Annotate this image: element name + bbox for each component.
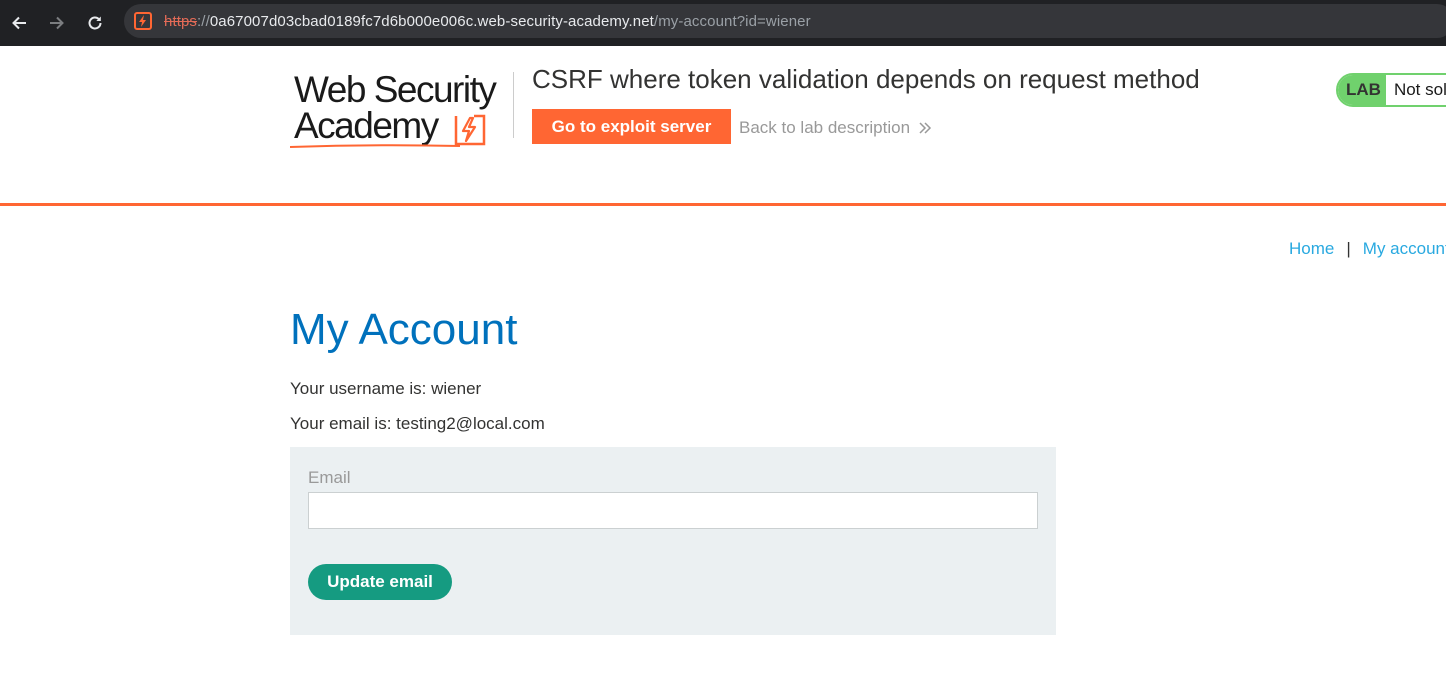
browser-toolbar: https://0a67007d03cbad0189fc7d6b000e006c…	[0, 0, 1446, 46]
back-to-lab-link[interactable]: Back to lab description	[739, 118, 932, 138]
back-to-lab-label: Back to lab description	[739, 118, 911, 137]
email-field[interactable]	[308, 492, 1038, 529]
site-favicon-icon	[134, 12, 152, 30]
forward-arrow-icon[interactable]	[38, 4, 76, 42]
header-divider	[513, 72, 514, 138]
exploit-server-button[interactable]: Go to exploit server	[532, 109, 731, 144]
page-title: My Account	[290, 305, 518, 354]
nav-separator: |	[1346, 239, 1351, 258]
back-arrow-icon[interactable]	[0, 4, 38, 42]
lab-status-widget: LAB Not solved	[1336, 73, 1446, 107]
my-account-link[interactable]: My account	[1363, 239, 1446, 259]
update-email-button[interactable]: Update email	[308, 564, 452, 600]
username-info: Your username is: wiener	[290, 379, 482, 398]
lab-title: CSRF where token validation depends on r…	[532, 64, 1200, 94]
email-info: Your email is: testing2@local.com	[290, 414, 545, 433]
top-nav: Home | My account	[1289, 239, 1446, 259]
url-text[interactable]: https://0a67007d03cbad0189fc7d6b000e006c…	[164, 13, 811, 30]
logo-text-line1: Web Security	[294, 69, 497, 110]
logo-text-line2: Academy	[294, 105, 439, 146]
change-email-form: Email Update email	[290, 447, 1056, 635]
home-link[interactable]: Home	[1289, 239, 1334, 259]
lab-badge: LAB	[1338, 75, 1386, 105]
url-host: 0a67007d03cbad0189fc7d6b000e006c.web-sec…	[209, 12, 654, 30]
double-chevron-right-icon	[919, 122, 932, 134]
url-separator: ://	[197, 12, 210, 30]
academy-header: Web Security Academy CSRF where token va…	[0, 46, 1446, 206]
reload-icon[interactable]	[76, 4, 114, 42]
email-label: Email	[308, 468, 351, 487]
logo-bolt-icon	[454, 114, 486, 146]
address-bar[interactable]: https://0a67007d03cbad0189fc7d6b000e006c…	[124, 4, 1446, 38]
url-scheme: https	[164, 12, 198, 30]
lab-status-text: Not solved	[1385, 75, 1446, 105]
logo-underline-icon	[290, 144, 460, 148]
url-path: /my-account?id=wiener	[653, 12, 811, 30]
academy-logo[interactable]: Web Security Academy	[290, 70, 512, 150]
